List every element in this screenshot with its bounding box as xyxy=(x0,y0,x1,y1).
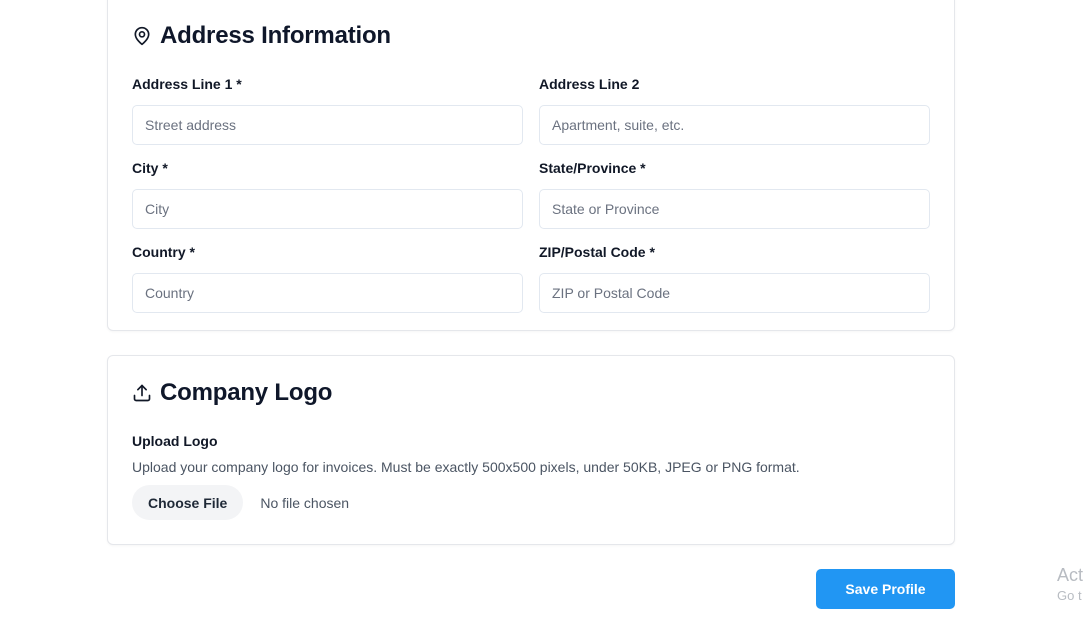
upload-logo-label: Upload Logo xyxy=(132,433,218,449)
country-label: Country * xyxy=(132,244,195,260)
city-input[interactable] xyxy=(132,189,523,229)
zip-input[interactable] xyxy=(539,273,930,313)
country-group: Country * xyxy=(132,243,523,313)
state-label: State/Province * xyxy=(539,160,646,176)
address-information-card: Address Information Address Line 1 * Add… xyxy=(107,0,955,331)
zip-label: ZIP/Postal Code * xyxy=(539,244,655,260)
city-label: City * xyxy=(132,160,168,176)
upload-logo-description: Upload your company logo for invoices. M… xyxy=(132,459,800,475)
address-line-1-group: Address Line 1 * xyxy=(132,75,523,145)
upload-icon xyxy=(132,383,152,403)
file-status-text: No file chosen xyxy=(260,494,350,511)
address-line-1-input[interactable] xyxy=(132,105,523,145)
logo-section-title: Company Logo xyxy=(132,379,332,407)
watermark-line-1: Act xyxy=(1057,565,1084,585)
state-input[interactable] xyxy=(539,189,930,229)
save-profile-button[interactable]: Save Profile xyxy=(816,569,955,609)
file-input: Choose File No file chosen xyxy=(132,485,349,520)
logo-section-title-text: Company Logo xyxy=(160,379,333,406)
address-section-title-text: Address Information xyxy=(160,22,391,49)
address-line-2-input[interactable] xyxy=(539,105,930,145)
address-section-title: Address Information xyxy=(132,22,391,50)
country-input[interactable] xyxy=(132,273,523,313)
company-logo-card: Company Logo Upload Logo Upload your com… xyxy=(107,355,955,545)
activation-watermark: Act Go t xyxy=(1057,565,1083,603)
page: Address Information Address Line 1 * Add… xyxy=(0,0,1084,636)
map-pin-icon xyxy=(132,26,152,46)
choose-file-button[interactable]: Choose File xyxy=(132,485,244,520)
city-group: City * xyxy=(132,159,523,229)
state-group: State/Province * xyxy=(539,159,930,229)
address-line-1-label: Address Line 1 * xyxy=(132,76,242,92)
zip-group: ZIP/Postal Code * xyxy=(539,243,930,313)
address-line-2-group: Address Line 2 xyxy=(539,75,930,145)
address-line-2-label: Address Line 2 xyxy=(539,76,640,92)
watermark-line-2: Go t xyxy=(1057,587,1082,603)
